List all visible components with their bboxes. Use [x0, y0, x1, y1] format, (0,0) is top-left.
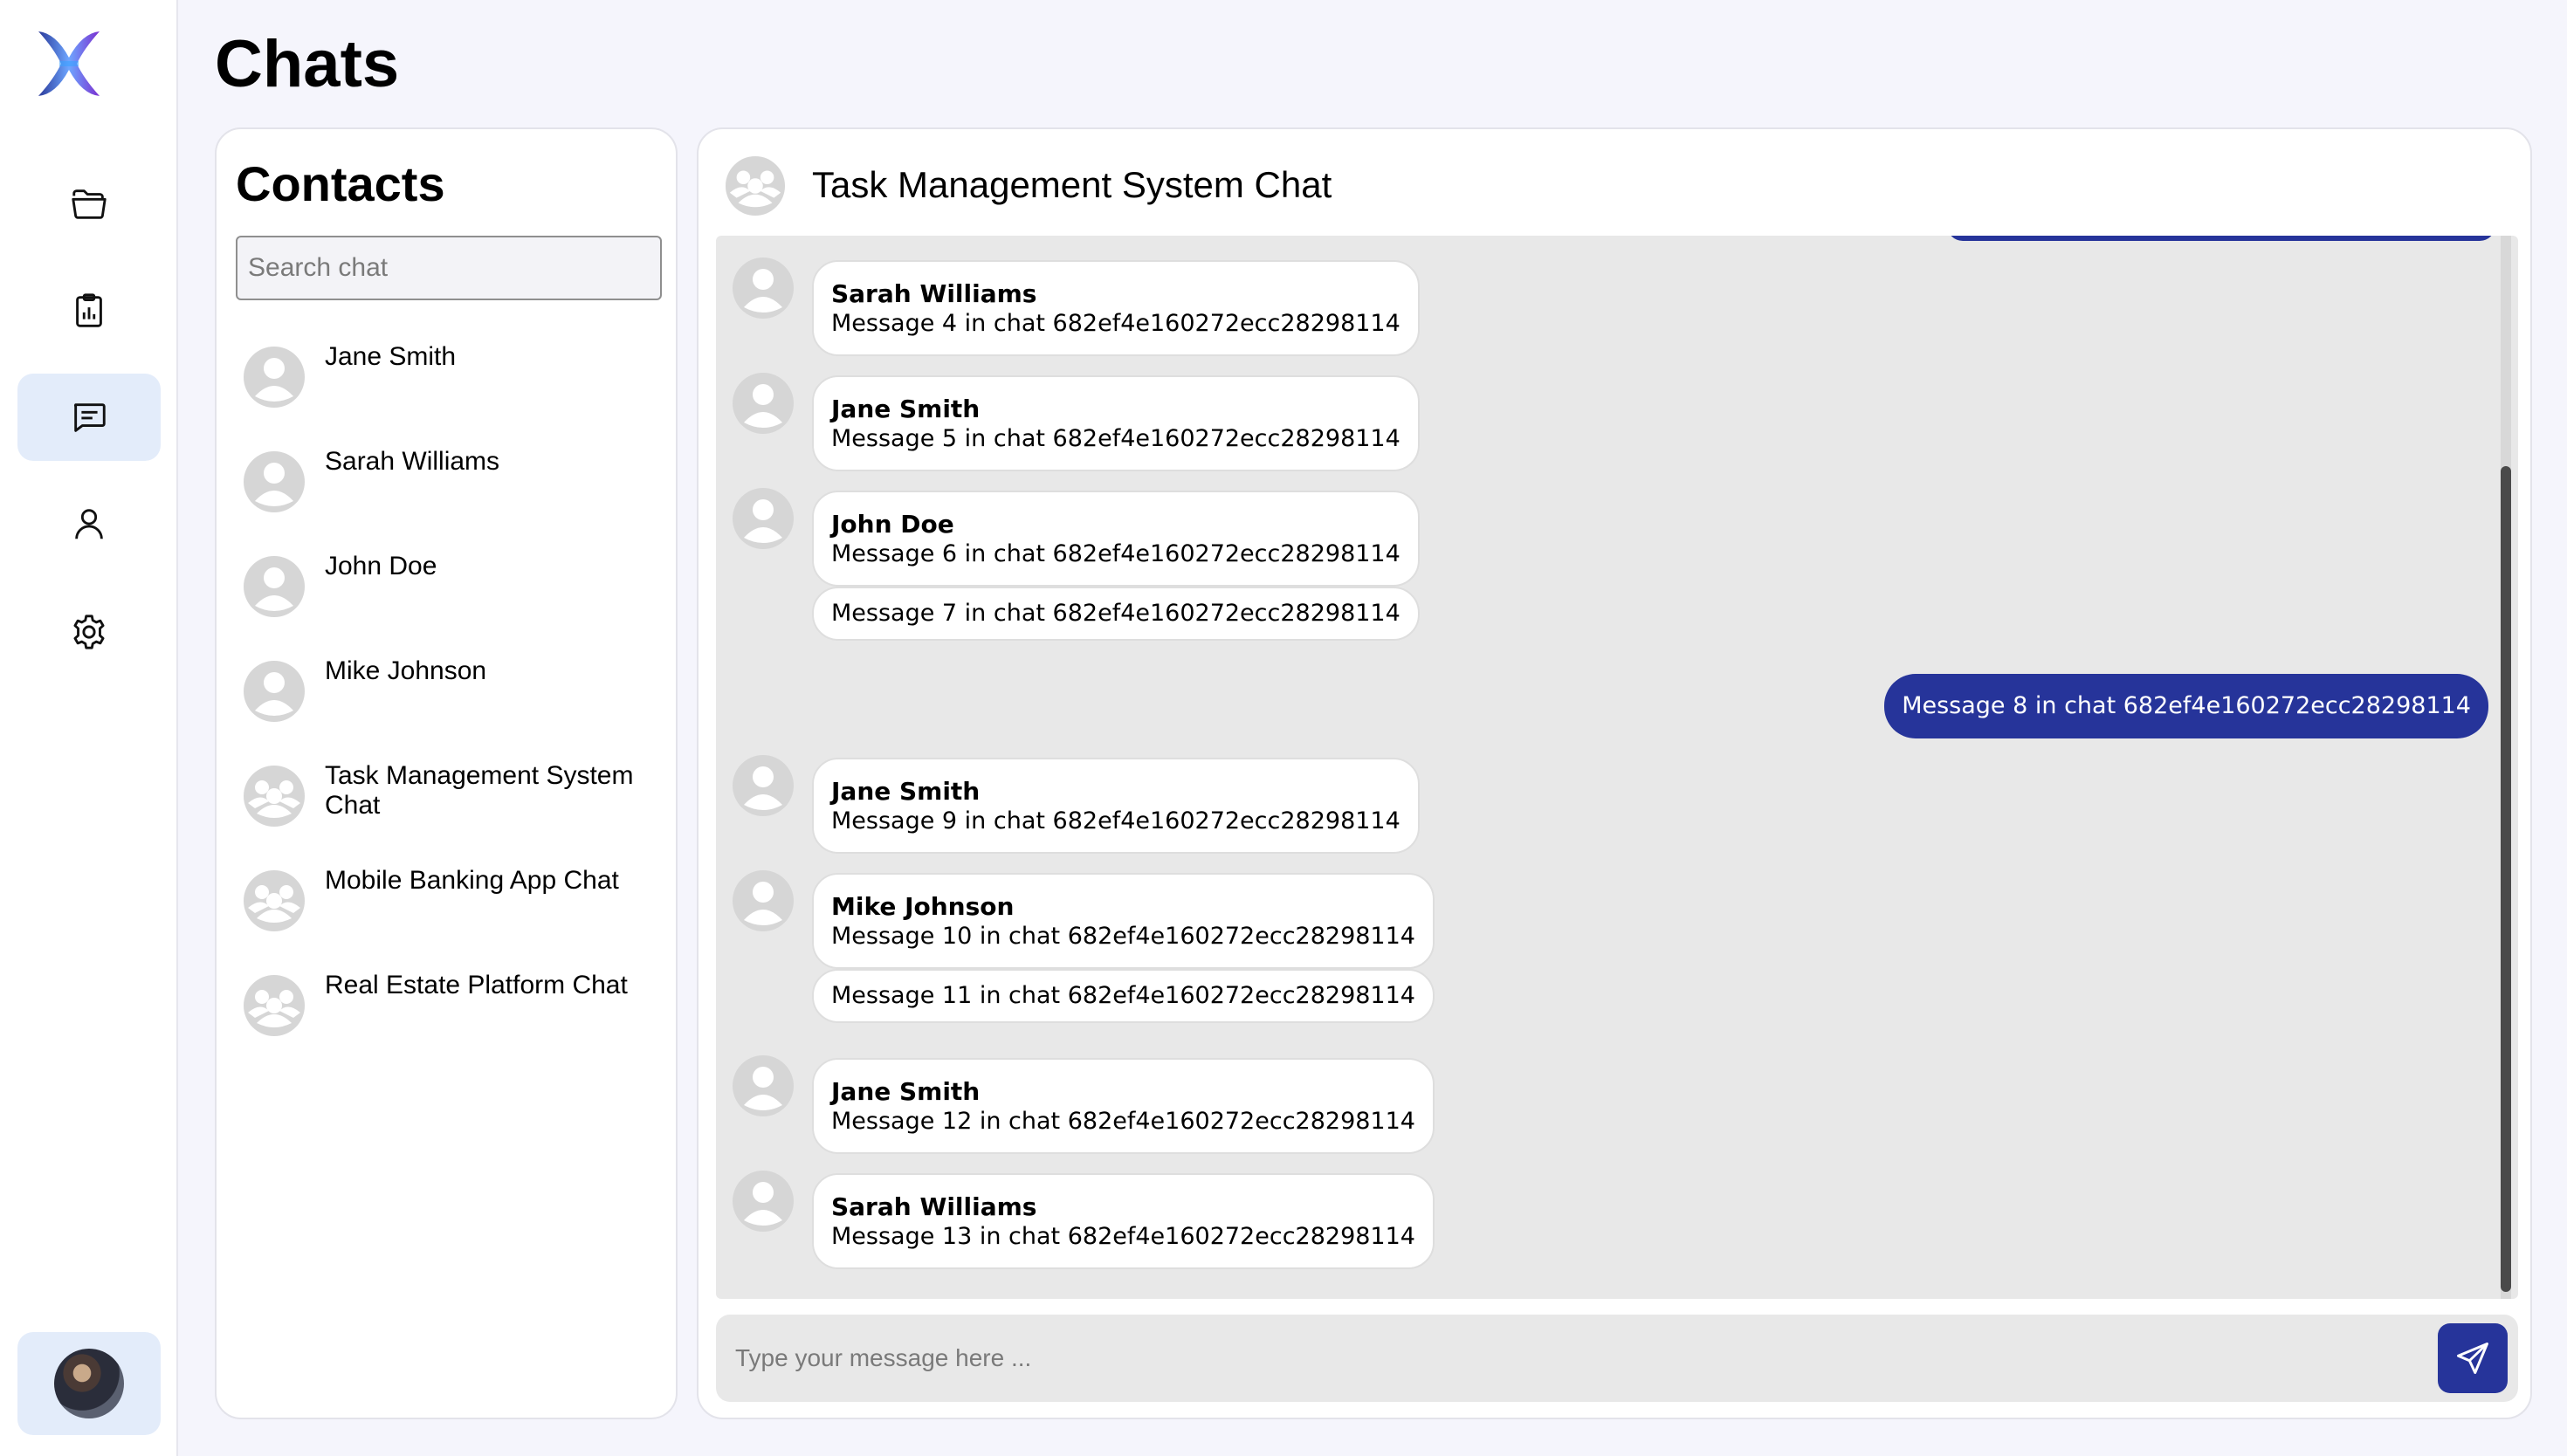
user-avatar-icon [244, 451, 305, 512]
message-sender: Jane Smith [831, 777, 981, 806]
nav-reports-button[interactable] [17, 267, 161, 354]
message-text: Message 12 in chat 682ef4e160272ecc28298… [831, 1108, 1415, 1135]
message-bubble: Message 7 in chat 682ef4e160272ecc282981… [812, 587, 1420, 641]
contacts-title: Contacts [236, 156, 445, 211]
message-text: Message 4 in chat 682ef4e160272ecc282981… [831, 310, 1400, 337]
nav-rail [0, 0, 178, 1456]
message-bubble: Message 11 in chat 682ef4e160272ecc28298… [812, 969, 1435, 1023]
message-text: Message 10 in chat 682ef4e160272ecc28298… [831, 923, 1415, 950]
contact-name: Sarah Williams [325, 447, 500, 476]
user-avatar-icon [733, 1055, 794, 1116]
folder-icon [72, 189, 107, 219]
contact-item-real-estate-platform-chat[interactable]: Real Estate Platform Chat [243, 964, 662, 1051]
user-avatar-icon [733, 488, 794, 549]
user-avatar-icon [244, 661, 305, 722]
contact-name: Real Estate Platform Chat [325, 971, 628, 999]
message-text: Message 6 in chat 682ef4e160272ecc282981… [831, 540, 1400, 567]
contact-name: John Doe [325, 552, 437, 580]
contact-name: Task Management System Chat [325, 761, 634, 820]
user-avatar-icon [733, 258, 794, 319]
message-sender: Jane Smith [831, 1077, 981, 1106]
contact-item-mike-johnson[interactable]: Mike Johnson [243, 649, 662, 737]
user-avatar-icon [244, 556, 305, 617]
chat-panel: Task Management System Chat Sarah Willia… [697, 127, 2532, 1419]
own-message-bubble: Message 8 in chat 682ef4e160272ecc282981… [1884, 674, 2488, 738]
send-button[interactable] [2438, 1323, 2508, 1393]
message-list[interactable]: Sarah Williams Message 4 in chat 682ef4e… [716, 236, 2518, 1299]
contact-item-jane-smith[interactable]: Jane Smith [243, 335, 662, 422]
message-composer [716, 1315, 2518, 1402]
page-title: Chats [215, 27, 400, 101]
message-text: Message 9 in chat 682ef4e160272ecc282981… [831, 807, 1400, 834]
message-bubble: Jane Smith Message 5 in chat 682ef4e1602… [812, 375, 1420, 471]
scrollbar-thumb[interactable] [2501, 466, 2511, 1292]
gear-icon [73, 615, 105, 649]
message-sender: Sarah Williams [831, 1192, 1037, 1221]
user-avatar-icon [733, 755, 794, 816]
contact-item-task-management-system-chat[interactable]: Task Management System Chat [243, 754, 662, 841]
message-bubble: John Doe Message 6 in chat 682ef4e160272… [812, 491, 1420, 587]
nav-chats-button[interactable] [17, 374, 161, 461]
message-sender: Mike Johnson [831, 892, 1015, 921]
group-avatar-icon [244, 870, 305, 931]
clipboard-chart-icon [76, 293, 102, 327]
message-sender: Jane Smith [831, 395, 981, 423]
message-input[interactable] [716, 1315, 2427, 1402]
search-input[interactable] [236, 236, 662, 300]
send-icon [2457, 1343, 2488, 1374]
nav-profile-button[interactable] [17, 480, 161, 567]
nav-projects-button[interactable] [17, 161, 161, 248]
user-icon [75, 509, 103, 539]
contact-item-mobile-banking-app-chat[interactable]: Mobile Banking App Chat [243, 859, 662, 946]
group-avatar-icon [244, 766, 305, 827]
message-bubble: Sarah Williams Message 13 in chat 682ef4… [812, 1173, 1435, 1269]
message-bubble: Jane Smith Message 9 in chat 682ef4e1602… [812, 758, 1420, 854]
message-text: Message 5 in chat 682ef4e160272ecc282981… [831, 425, 1400, 452]
contact-item-john-doe[interactable]: John Doe [243, 545, 662, 632]
contact-name: Jane Smith [325, 342, 457, 371]
message-bubble: Mike Johnson Message 10 in chat 682ef4e1… [812, 873, 1435, 969]
group-avatar-icon [725, 155, 786, 216]
own-message-bubble-partial [1947, 236, 2495, 241]
user-avatar-icon [733, 870, 794, 931]
account-avatar-button[interactable] [17, 1332, 161, 1435]
contacts-panel: Contacts Jane Smith Sarah Williams John … [215, 127, 678, 1419]
chat-icon [73, 403, 106, 432]
message-text: Message 7 in chat 682ef4e160272ecc282981… [831, 600, 1400, 627]
message-bubble: Jane Smith Message 12 in chat 682ef4e160… [812, 1058, 1435, 1154]
chat-title: Task Management System Chat [812, 164, 1332, 205]
user-avatar-icon [733, 373, 794, 434]
contact-name: Mobile Banking App Chat [325, 866, 619, 895]
user-avatar-icon [733, 1171, 794, 1232]
group-avatar-icon [244, 975, 305, 1036]
message-text: Message 11 in chat 682ef4e160272ecc28298… [831, 982, 1415, 1009]
app-logo-icon[interactable] [33, 28, 105, 100]
user-avatar-icon [244, 347, 305, 408]
nav-settings-button[interactable] [17, 588, 161, 676]
message-sender: John Doe [831, 510, 954, 539]
message-bubble: Sarah Williams Message 4 in chat 682ef4e… [812, 260, 1420, 356]
message-sender: Sarah Williams [831, 279, 1037, 308]
message-text: Message 13 in chat 682ef4e160272ecc28298… [831, 1223, 1415, 1250]
avatar [54, 1349, 124, 1418]
contact-item-sarah-williams[interactable]: Sarah Williams [243, 440, 662, 527]
contact-name: Mike Johnson [325, 656, 487, 685]
